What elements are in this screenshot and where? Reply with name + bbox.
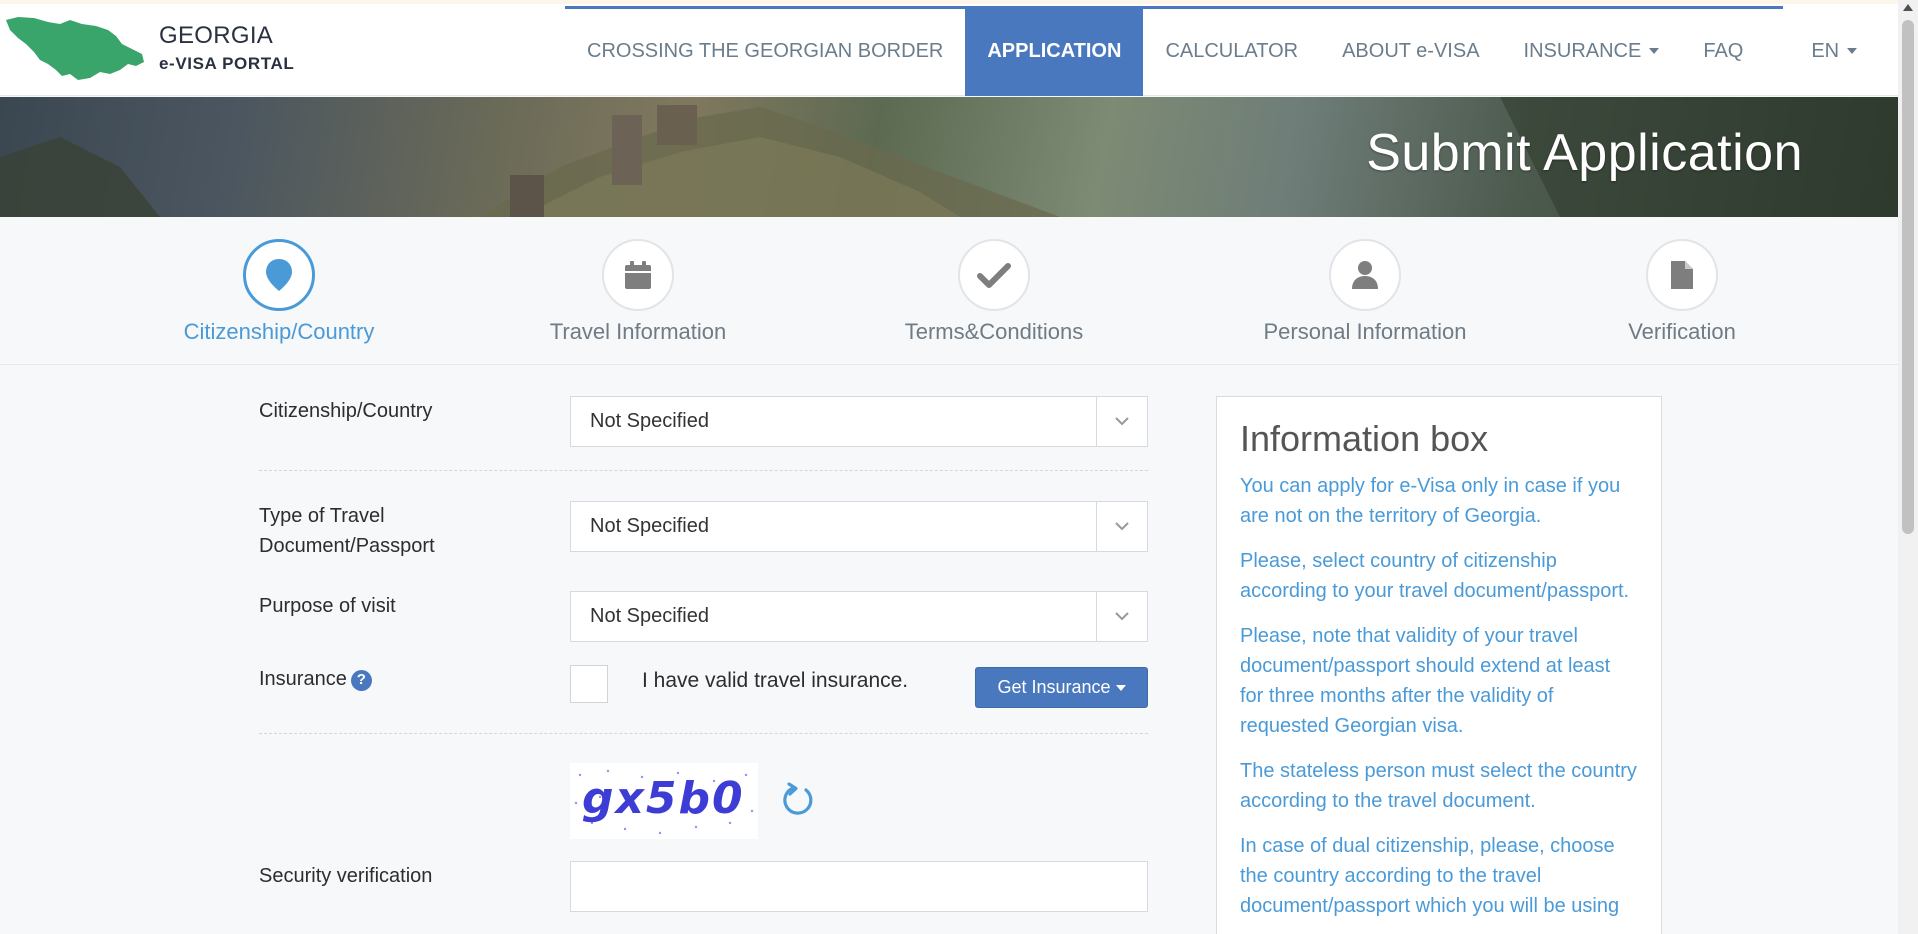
security-verification-input[interactable] (570, 861, 1148, 912)
get-insurance-button[interactable]: Get Insurance (975, 667, 1148, 708)
form-divider (259, 733, 1148, 734)
nav-application[interactable]: APPLICATION (965, 6, 1144, 96)
checkmark-icon (977, 263, 1011, 288)
insurance-label: Insurance? (259, 664, 372, 694)
step-label: Personal Information (1263, 319, 1467, 344)
refresh-captcha-icon[interactable] (780, 782, 816, 818)
document-type-select[interactable]: Not Specified (570, 501, 1148, 552)
step-label: Terms&Conditions (904, 319, 1084, 344)
purpose-label: Purpose of visit (259, 595, 396, 617)
information-box-title: Information box (1240, 418, 1489, 459)
svg-text:gx5b0: gx5b0 (582, 773, 745, 824)
step-label: Travel Information (549, 319, 727, 344)
insurance-checkbox-label[interactable]: I have valid travel insurance. (642, 669, 908, 693)
header-top-strip (0, 0, 1898, 4)
site-header: GEORGIA e-VISA PORTAL CROSSING THE GEORG… (0, 0, 1898, 96)
information-box: Information box You can apply for e-Visa… (1216, 396, 1662, 934)
captcha-image: gx5b0 (570, 763, 758, 839)
security-verification-label: Security verification (259, 865, 433, 887)
step-label: Verification (1628, 319, 1736, 344)
form-divider (259, 470, 1148, 471)
step-verification[interactable]: Verification (1552, 239, 1812, 345)
purpose-select-value: Not Specified (590, 605, 709, 627)
chevron-down-icon[interactable] (1096, 502, 1147, 551)
document-icon (1671, 261, 1693, 289)
georgia-map-logo-icon[interactable] (4, 14, 146, 82)
citizenship-label: Citizenship/Country (259, 400, 433, 422)
step-travel-information[interactable]: Travel Information (508, 239, 768, 345)
nav-crossing-border[interactable]: CROSSING THE GEORGIAN BORDER (565, 6, 965, 96)
citizenship-select-value: Not Specified (590, 410, 709, 432)
chevron-down-icon (1649, 48, 1660, 54)
calendar-icon (625, 261, 651, 289)
chevron-down-icon (1115, 684, 1126, 691)
info-paragraph: Please, select country of citizenship ac… (1240, 550, 1630, 602)
chevron-down-icon[interactable] (1096, 592, 1147, 641)
scroll-up-arrow-icon[interactable] (1903, 4, 1913, 11)
nav-about-evisa[interactable]: ABOUT e-VISA (1320, 6, 1501, 96)
step-personal-information[interactable]: Personal Information (1235, 239, 1495, 345)
chevron-down-icon[interactable] (1096, 397, 1147, 446)
insurance-checkbox[interactable] (570, 665, 608, 703)
nav-faq[interactable]: FAQ (1681, 6, 1765, 96)
info-paragraph: In case of dual citizenship, please, cho… (1240, 835, 1620, 917)
page-banner: Submit Application (0, 97, 1898, 217)
step-terms-conditions[interactable]: Terms&Conditions (864, 239, 1124, 345)
chevron-down-icon (1847, 48, 1858, 54)
page-title: Submit Application (1366, 124, 1803, 182)
document-type-label: Type of Travel Document/Passport (259, 505, 435, 557)
nav-insurance[interactable]: INSURANCE (1502, 6, 1682, 96)
person-icon (1352, 261, 1378, 289)
info-paragraph: Please, note that validity of your trave… (1240, 625, 1611, 737)
application-steps: Citizenship/Country Travel Information T… (0, 217, 1898, 365)
map-pin-icon (266, 259, 292, 291)
step-citizenship[interactable]: Citizenship/Country (149, 239, 409, 345)
nav-calculator[interactable]: CALCULATOR (1143, 6, 1320, 96)
main-nav: CROSSING THE GEORGIAN BORDER APPLICATION… (565, 6, 1879, 96)
logo-subtitle[interactable]: e-VISA PORTAL (159, 54, 294, 74)
help-icon[interactable]: ? (350, 669, 372, 691)
scrollbar-thumb[interactable] (1902, 20, 1914, 534)
step-label: Citizenship/Country (183, 319, 375, 344)
citizenship-select[interactable]: Not Specified (570, 396, 1148, 447)
info-paragraph: The stateless person must select the cou… (1240, 760, 1637, 812)
purpose-select[interactable]: Not Specified (570, 591, 1148, 642)
language-selector[interactable]: EN (1765, 6, 1879, 96)
logo-title[interactable]: GEORGIA (159, 22, 273, 50)
page-scrollbar[interactable] (1898, 0, 1918, 934)
info-paragraph: You can apply for e-Visa only in case if… (1240, 475, 1621, 527)
document-type-select-value: Not Specified (590, 515, 709, 537)
